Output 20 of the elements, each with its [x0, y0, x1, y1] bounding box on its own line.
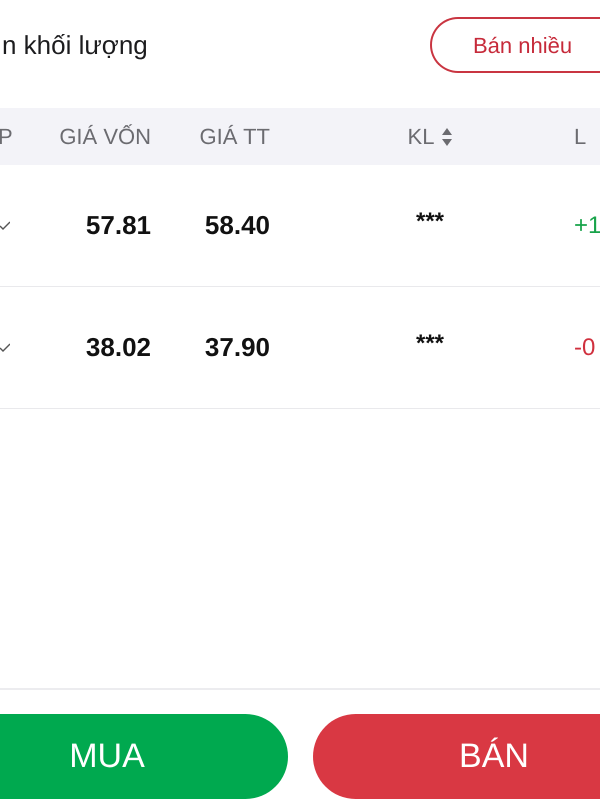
volume-cell-text: ***	[414, 332, 446, 356]
volume-cell-text: ***	[414, 210, 446, 234]
change-cell-text: +1	[573, 210, 600, 240]
sort-icon	[442, 128, 452, 146]
column-header: GIÁ VỐN	[59, 124, 151, 149]
sell-button[interactable]: BÁN	[313, 714, 600, 799]
check-icon	[0, 221, 10, 230]
check-icon	[0, 343, 10, 352]
change-cell-text: -0	[573, 332, 596, 362]
buy-button[interactable]: MUA	[0, 714, 288, 799]
hide-volume-label[interactable]: n khối lượng	[0, 17, 148, 73]
sell-multiple-button[interactable]: Bán nhiều	[430, 17, 600, 73]
column-header: L	[574, 124, 586, 149]
cost-price-cell-text: 57.81	[84, 209, 151, 242]
column-header: GIÁ TT	[200, 124, 270, 149]
cost-price-cell-text: 38.02	[84, 331, 151, 364]
column-header: P	[0, 124, 13, 149]
market-price-cell-text: 37.90	[204, 331, 270, 364]
market-price-cell-text: 58.40	[204, 209, 270, 242]
column-header[interactable]: KL	[408, 120, 452, 153]
